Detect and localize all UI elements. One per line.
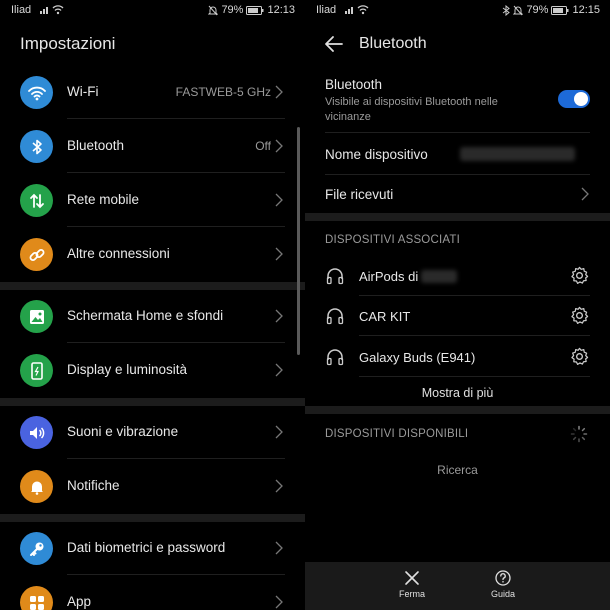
received-files-row[interactable]: File ricevuti [325,187,393,202]
battery-percent: 79% [526,4,549,16]
settings-item-value: Off [255,139,271,153]
chevron-right-icon [275,363,283,377]
gear-icon[interactable] [570,306,589,325]
battery-icon [551,5,569,15]
status-bar: Iliad 79% 12:15 [305,0,610,20]
gear-icon[interactable] [570,266,589,285]
settings-item-biometrics[interactable]: Dati biometrici e password [0,521,305,575]
settings-item-notifications[interactable]: Notifiche [0,459,305,513]
bluetooth-status-icon [503,4,511,16]
device-name-row[interactable]: Nome dispositivo [325,147,428,162]
settings-item-sounds[interactable]: Suoni e vibrazione [0,405,305,459]
display-icon [20,354,53,387]
chevron-right-icon [581,187,589,201]
settings-item-label: App [67,594,92,609]
key-icon [20,532,53,565]
chevron-right-icon [275,85,283,99]
clock: 12:13 [267,4,295,16]
bluetooth-screen: Iliad 79% 12:15 Bluetooth Bluetooth Visi… [305,0,610,610]
chevron-right-icon [275,425,283,439]
link-icon [20,238,53,271]
settings-item-apps[interactable]: App [0,575,305,610]
bluetooth-toggle-label: Bluetooth [325,77,383,92]
headphones-icon [326,349,344,366]
bluetooth-toggle[interactable] [558,90,590,108]
settings-item-label: Altre connessioni [67,246,170,261]
help-icon [495,570,511,586]
bottom-action-bar: Ferma Guida [305,562,610,610]
stop-button-label: Ferma [398,589,425,599]
battery-icon [246,5,264,15]
mobile-network-icon [20,184,53,217]
image-icon [20,300,53,333]
stop-button[interactable]: Ferma [382,570,442,599]
wifi-icon [20,76,53,109]
device-name: CAR KIT [359,309,411,324]
status-bar: Iliad 79% 12:13 [0,0,305,20]
settings-item-label: Display e luminosità [67,362,188,377]
chevron-right-icon [275,595,283,609]
battery-percent: 79% [221,4,244,16]
searching-status: Ricerca [437,463,478,477]
paired-device-row[interactable]: CAR KIT [305,296,610,336]
settings-item-label: Suoni e vibrazione [67,424,179,439]
settings-item-label: Rete mobile [67,192,140,207]
gear-icon[interactable] [570,347,589,366]
page-title: Bluetooth [359,35,427,52]
settings-item-label: Schermata Home e sfondi [67,308,224,323]
bell-icon [20,470,53,503]
page-title: Impostazioni [20,34,116,53]
speaker-icon [20,416,53,449]
chevron-right-icon [275,541,283,555]
mute-icon [513,5,524,15]
help-button-label: Guida [490,589,516,599]
chevron-right-icon [275,193,283,207]
section-divider [305,406,610,414]
settings-item-label: Wi-Fi [67,84,99,99]
paired-device-row[interactable]: AirPods di [305,256,610,296]
chevron-right-icon [275,139,283,153]
chevron-right-icon [275,479,283,493]
bluetooth-visibility-subtitle: Visibile ai dispositivi Bluetooth nelle … [325,96,498,123]
headphones-icon [326,308,344,325]
back-arrow-icon[interactable] [323,33,345,55]
apps-icon [20,586,53,610]
paired-device-row[interactable]: Galaxy Buds (E941) [305,337,610,377]
paired-devices-header: DISPOSITIVI ASSOCIATI [325,234,460,246]
loading-spinner-icon [570,425,588,443]
device-name-value-redacted [460,147,575,161]
settings-item-value: FASTWEB-5 GHz [175,85,271,99]
device-name: Galaxy Buds (E941) [359,350,476,365]
close-icon [405,571,419,585]
carrier-name: Iliad [11,4,32,16]
headphones-icon [326,268,344,285]
bluetooth-icon [20,130,53,163]
settings-item-bluetooth[interactable]: Bluetooth Off [0,119,305,173]
show-more-button[interactable]: Mostra di più [305,386,610,400]
device-name: AirPods di [359,269,419,284]
mute-icon [208,5,219,15]
settings-item-wifi[interactable]: Wi-Fi FASTWEB-5 GHz [0,65,305,119]
settings-item-home-wallpaper[interactable]: Schermata Home e sfondi [0,289,305,343]
settings-item-label: Dati biometrici e password [67,540,226,555]
settings-item-label: Bluetooth [67,138,125,153]
chevron-right-icon [275,247,283,261]
settings-item-mobile-network[interactable]: Rete mobile [0,173,305,227]
carrier-name: Iliad [316,4,337,16]
section-divider [305,213,610,221]
settings-item-label: Notifiche [67,478,120,493]
settings-item-display[interactable]: Display e luminosità [0,343,305,397]
settings-item-other-connections[interactable]: Altre connessioni [0,227,305,281]
help-button[interactable]: Guida [473,570,533,599]
scrollbar[interactable] [297,127,300,355]
available-devices-header: DISPOSITIVI DISPONIBILI [325,428,469,440]
settings-screen: Iliad 79% 12:13 Impostazioni Wi-Fi FASTW… [0,0,305,610]
clock: 12:15 [572,4,600,16]
chevron-right-icon [275,309,283,323]
signal-icon [40,3,64,15]
signal-icon [345,3,369,15]
